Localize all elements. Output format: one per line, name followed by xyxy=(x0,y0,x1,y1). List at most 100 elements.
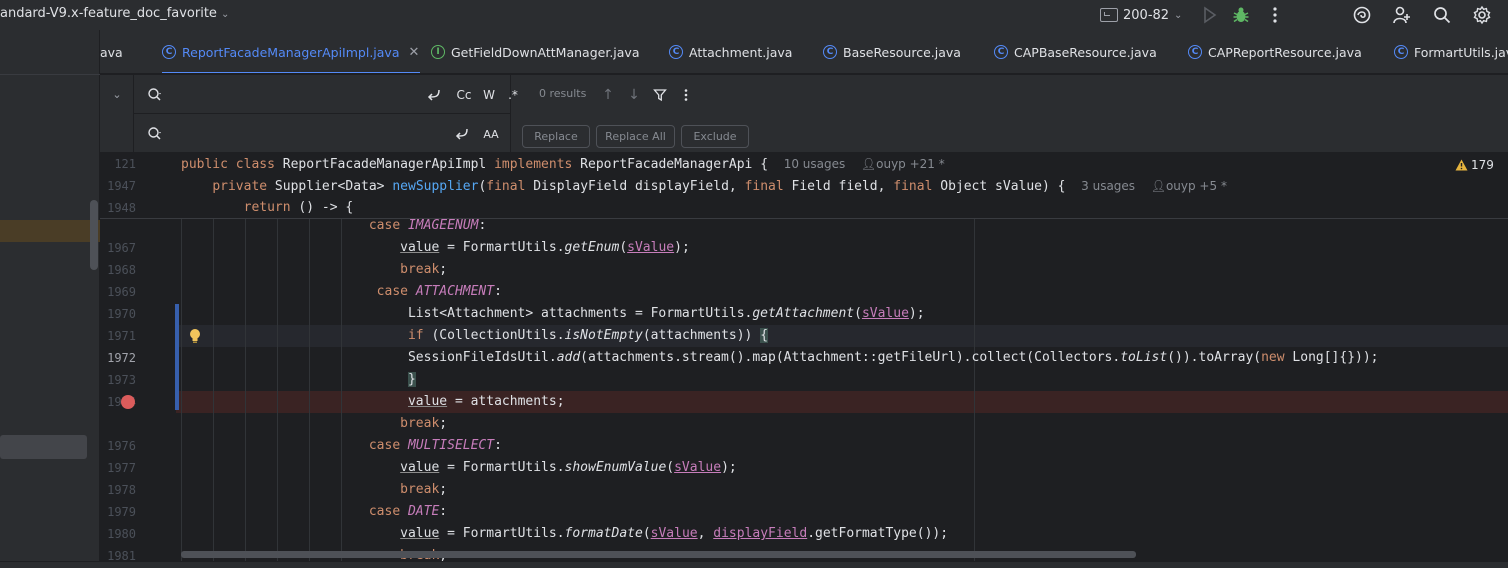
tab-formart-utils[interactable]: C FormartUtils.java xyxy=(1394,30,1508,73)
sticky-line[interactable]: 1947 private Supplier<Data> newSupplier(… xyxy=(100,175,1508,197)
branch-name: andard-V9.x-feature_doc_favorite xyxy=(0,6,217,21)
class-icon: C xyxy=(669,45,683,59)
tab-partial-java[interactable]: ava xyxy=(100,30,123,73)
code-row[interactable]: 1968 value = FormartUtils.getEnum(sValue… xyxy=(100,237,1508,277)
regex-toggle[interactable]: .* xyxy=(503,85,523,105)
code-row[interactable]: 1980 case DATE: xyxy=(100,501,1508,541)
close-icon[interactable]: ✕ xyxy=(408,45,419,60)
replace-all-button[interactable]: Replace All xyxy=(596,125,675,148)
preserve-case-toggle[interactable]: AA xyxy=(480,124,502,144)
project-tree-focused-item[interactable] xyxy=(0,435,87,459)
replace-history-icon[interactable] xyxy=(147,126,163,142)
code-line: value = FormartUtils.getEnum(sValue); xyxy=(400,240,690,255)
tab-label: BaseResource.java xyxy=(843,44,961,60)
usages-hint[interactable]: 10 usages xyxy=(784,157,846,171)
branch-selector[interactable]: andard-V9.x-feature_doc_favorite ⌄ xyxy=(0,6,229,21)
results-count: 0 results xyxy=(539,87,587,100)
interface-icon: I xyxy=(431,45,445,59)
breakpoint-icon[interactable] xyxy=(121,395,135,409)
ai-assistant-icon[interactable] xyxy=(1350,3,1374,27)
line-number: 1948 xyxy=(107,201,136,215)
class-icon: C xyxy=(162,45,176,59)
chevron-down-icon: ⌄ xyxy=(220,9,230,20)
code-line: value = FormartUtils.formatDate(sValue, … xyxy=(400,526,949,541)
run-configuration-name: 200-82 xyxy=(1123,7,1170,23)
tab-label: ava xyxy=(100,44,123,60)
tab-base-resource[interactable]: C BaseResource.java xyxy=(823,30,961,73)
code-line: return () -> { xyxy=(243,200,354,215)
more-options-icon[interactable] xyxy=(677,86,695,104)
more-vertical-icon[interactable] xyxy=(1263,3,1287,27)
code-row[interactable]: 1978 value = FormartUtils.showEnumValue(… xyxy=(100,457,1508,497)
editor-tab-bar: ava C ReportFacadeManagerApiImpl.java ✕ … xyxy=(100,30,1508,74)
tab-label: CAPReportResource.java xyxy=(1208,44,1362,60)
code-line: break; xyxy=(400,482,448,497)
tab-label: Attachment.java xyxy=(689,44,793,60)
tab-report-facade-manager-api-impl[interactable]: C ReportFacadeManagerApiImpl.java ✕ xyxy=(162,30,420,73)
tab-label: CAPBaseResource.java xyxy=(1014,44,1157,60)
search-history-icon[interactable] xyxy=(147,87,163,103)
code-row[interactable]: 1981 value = FormartUtils.formatDate(sVa… xyxy=(100,523,1508,561)
code-editor[interactable]: 121 public class ReportFacadeManagerApiI… xyxy=(100,153,1508,561)
code-row[interactable]: 1973 SessionFileIdsUtil.add(attachments.… xyxy=(100,347,1508,387)
class-icon: C xyxy=(1394,45,1408,59)
tab-label: ReportFacadeManagerApiImpl.java xyxy=(182,44,400,60)
find-box: Cc W .* xyxy=(133,75,518,114)
match-case-toggle[interactable]: Cc xyxy=(453,85,475,105)
code-row[interactable]: 1977 case MULTISELECT: xyxy=(100,435,1508,475)
code-line: break; xyxy=(400,262,448,277)
code-line: case MULTISELECT: xyxy=(368,438,502,453)
lightbulb-icon[interactable] xyxy=(188,328,202,344)
author-hint[interactable]: 👤︎ouyp +21 * xyxy=(861,157,945,171)
class-icon: C xyxy=(1188,45,1202,59)
expand-replace-toggle[interactable]: ⌄ xyxy=(108,85,126,103)
project-tool-window xyxy=(0,30,100,568)
add-user-icon[interactable] xyxy=(1390,3,1414,27)
newline-icon[interactable] xyxy=(452,124,472,144)
replace-input[interactable] xyxy=(172,124,402,144)
tab-cap-report-resource[interactable]: C CAPReportResource.java xyxy=(1188,30,1362,73)
previous-occurrence-icon[interactable]: ↑ xyxy=(599,86,617,104)
project-tree-selected-item[interactable] xyxy=(0,220,100,242)
sticky-line[interactable]: 1948 return () -> { xyxy=(100,197,1508,219)
tab-get-field-down-att-manager[interactable]: I GetFieldDownAttManager.java xyxy=(431,30,640,73)
author-hint[interactable]: 👤︎ouyp +5 * xyxy=(1151,179,1227,193)
debug-icon[interactable] xyxy=(1229,3,1253,27)
next-occurrence-icon[interactable]: ↓ xyxy=(625,86,643,104)
run-configuration-selector[interactable]: 200-82 ⌄ xyxy=(1100,4,1182,26)
user-icon: 👤︎ xyxy=(1150,179,1166,193)
run-icon[interactable] xyxy=(1197,3,1221,27)
horizontal-scrollbar[interactable] xyxy=(181,551,1136,558)
replace-button[interactable]: Replace xyxy=(522,125,590,148)
code-row[interactable]: 1979 break; xyxy=(100,479,1508,519)
exclude-button[interactable]: Exclude xyxy=(681,125,749,148)
code-line: value = FormartUtils.showEnumValue(sValu… xyxy=(400,460,737,475)
code-line: case ATTACHMENT: xyxy=(376,284,502,299)
whole-words-toggle[interactable]: W xyxy=(480,85,498,105)
project-tree-scrollbar[interactable] xyxy=(90,200,98,270)
code-line: } xyxy=(407,372,416,387)
code-row[interactable]: 1971 List<Attachment> attachments = Form… xyxy=(100,303,1508,343)
code-row[interactable]: 1974 } xyxy=(100,369,1508,409)
find-input[interactable] xyxy=(172,85,402,105)
code-line: if (CollectionUtils.isNotEmpty(attachmen… xyxy=(407,328,769,343)
chevron-down-icon: ⌄ xyxy=(1174,9,1183,21)
tab-attachment[interactable]: C Attachment.java xyxy=(669,30,793,73)
sticky-line[interactable]: 121 public class ReportFacadeManagerApiI… xyxy=(100,153,1508,175)
usages-hint[interactable]: 3 usages xyxy=(1081,179,1135,193)
code-row[interactable]: 1976 break; xyxy=(100,413,1508,453)
settings-icon[interactable] xyxy=(1470,3,1494,27)
filter-icon[interactable] xyxy=(651,86,669,104)
newline-icon[interactable] xyxy=(424,85,444,105)
code-row[interactable]: value = attachments; xyxy=(100,391,1508,413)
inspection-widget[interactable]: 179 xyxy=(1455,158,1494,172)
code-row[interactable]: 1970 case ATTACHMENT: xyxy=(100,281,1508,321)
status-bar xyxy=(0,561,1508,568)
search-icon[interactable] xyxy=(1430,3,1454,27)
code-line: List<Attachment> attachments = FormartUt… xyxy=(181,306,925,321)
code-row[interactable]: 1972 if (CollectionUtils.isNotEmpty(atta… xyxy=(100,325,1508,365)
line-number: 1947 xyxy=(107,179,136,193)
tab-cap-base-resource[interactable]: C CAPBaseResource.java xyxy=(994,30,1157,73)
code-row[interactable]: 1969 break; xyxy=(100,259,1508,299)
tab-label: FormartUtils.java xyxy=(1414,44,1508,60)
